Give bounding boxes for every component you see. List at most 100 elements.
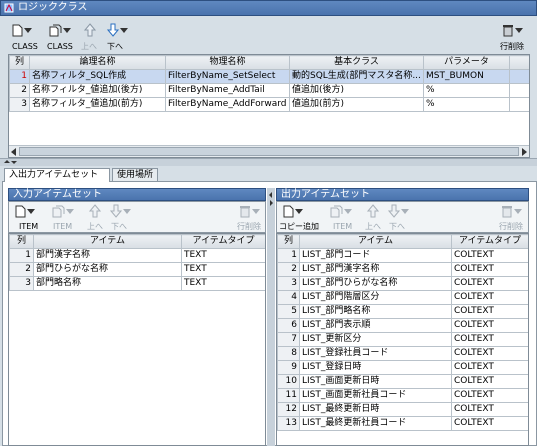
cell-param[interactable]: % [423, 97, 510, 112]
table-row[interactable]: 11 LIST_画面更新社員コード COLTEXT [277, 388, 528, 403]
cell-param[interactable]: % [423, 83, 510, 98]
cell-physical[interactable]: FilterByName_AddTail [165, 83, 290, 98]
new-class-button[interactable] [10, 22, 34, 38]
cell-type[interactable]: COLTEXT [451, 262, 528, 277]
cell-type[interactable]: COLTEXT [451, 304, 528, 319]
vertical-splitter[interactable] [0, 158, 537, 166]
cell-base[interactable]: 値追加(前方) [289, 97, 424, 112]
cell-type[interactable]: COLTEXT [451, 360, 528, 375]
cell-type[interactable]: COLTEXT [451, 402, 528, 417]
item-delete-button[interactable] [497, 203, 525, 219]
cell-type[interactable]: COLTEXT [451, 346, 528, 361]
cell-item[interactable]: LIST_登録社員コード [299, 346, 452, 361]
scroll-left-icon[interactable] [11, 148, 16, 156]
copy-item-button[interactable] [51, 203, 75, 219]
horizontal-scrollbar[interactable] [9, 145, 529, 157]
table-row[interactable]: 3 LIST_部門ひらがな名称 COLTEXT [277, 276, 528, 291]
item-up-button[interactable] [363, 203, 383, 219]
cell-item[interactable]: LIST_最終更新日時 [299, 402, 452, 417]
move-up-button[interactable] [80, 22, 100, 38]
col-header[interactable]: 列 [9, 55, 30, 70]
table-row[interactable]: 1 名称フィルタ_SQL作成 FilterByName_SetSelect 動的… [9, 69, 529, 84]
scroll-right-icon[interactable] [522, 148, 527, 156]
cell-logical[interactable]: 名称フィルタ_値追加(前方) [29, 97, 166, 112]
table-row[interactable]: 2 LIST_部門漢字名称 COLTEXT [277, 262, 528, 277]
table-row[interactable]: 10 LIST_画面更新日時 COLTEXT [277, 374, 528, 389]
tab-io-itemset[interactable]: 入出力アイテムセット [4, 168, 110, 182]
table-row[interactable]: 6 LIST_部門表示順 COLTEXT [277, 318, 528, 333]
output-grid[interactable]: 列 アイテム アイテムタイプ 1 LIST_部門コード COLTEXT 2 LIST_… [276, 233, 529, 446]
cell-type[interactable]: COLTEXT [451, 374, 528, 389]
table-row[interactable]: 3 部門略名称 TEXT [9, 276, 265, 291]
logic-grid[interactable]: 列 論理名称 物理名称 基本クラス パラメータ 1 名称フィルタ_SQL作成 F… [8, 54, 530, 158]
collapse-left-icon[interactable] [269, 192, 272, 198]
cell-item[interactable]: LIST_部門階層区分 [299, 290, 452, 305]
copy-class-button[interactable] [48, 22, 72, 38]
cell-item[interactable]: LIST_部門略名称 [299, 304, 452, 319]
cell-param[interactable]: MST_BUMON [423, 69, 510, 84]
cell-item[interactable]: LIST_部門漢字名称 [299, 262, 452, 277]
table-row[interactable]: 1 LIST_部門コード COLTEXT [277, 248, 528, 263]
delete-row-button[interactable] [498, 22, 526, 38]
cell-item[interactable]: 部門略名称 [33, 276, 182, 291]
table-row[interactable]: 3 名称フィルタ_値追加(前方) FilterByName_AddForward… [9, 97, 529, 112]
table-row[interactable]: 9 LIST_登録日時 COLTEXT [277, 360, 528, 375]
expand-right-icon[interactable] [270, 200, 273, 206]
cell-item[interactable]: 部門漢字名称 [33, 248, 182, 263]
cell-type[interactable]: COLTEXT [451, 248, 528, 263]
cell-physical[interactable]: FilterByName_SetSelect [165, 69, 290, 84]
table-row[interactable]: 2 名称フィルタ_値追加(後方) FilterByName_AddTail 値追… [9, 83, 529, 98]
cell-type[interactable]: COLTEXT [451, 290, 528, 305]
cell-item[interactable]: LIST_部門ひらがな名称 [299, 276, 452, 291]
horizontal-splitter[interactable] [267, 188, 275, 446]
table-row[interactable]: 5 LIST_部門略名称 COLTEXT [277, 304, 528, 319]
cell-type[interactable]: COLTEXT [451, 318, 528, 333]
scroll-thumb[interactable] [19, 147, 519, 156]
col-header[interactable]: アイテム [299, 234, 452, 249]
item-down-button[interactable] [385, 203, 411, 219]
cell-base[interactable]: 値追加(後方) [289, 83, 424, 98]
col-header[interactable]: 基本クラス [289, 55, 424, 70]
cell-type[interactable]: TEXT [181, 276, 265, 291]
cell-item[interactable]: LIST_画面更新日時 [299, 374, 452, 389]
cell-type[interactable]: COLTEXT [451, 416, 528, 431]
item-up-button[interactable] [85, 203, 105, 219]
cell-logical[interactable]: 名称フィルタ_SQL作成 [29, 69, 166, 84]
cell-type[interactable]: TEXT [181, 248, 265, 263]
table-row[interactable]: 8 LIST_登録社員コード COLTEXT [277, 346, 528, 361]
cell-item[interactable]: LIST_部門コード [299, 248, 452, 263]
col-header[interactable]: 列 [277, 234, 300, 249]
table-row[interactable]: 4 LIST_部門階層区分 COLTEXT [277, 290, 528, 305]
cell-item[interactable]: LIST_更新区分 [299, 332, 452, 347]
cell-item[interactable]: LIST_登録日時 [299, 360, 452, 375]
table-row[interactable]: 13 LIST_最終更新社員コード COLTEXT [277, 416, 528, 431]
table-row[interactable]: 1 部門漢字名称 TEXT [9, 248, 265, 263]
cell-item[interactable]: LIST_最終更新社員コード [299, 416, 452, 431]
tab-usage[interactable]: 使用場所 [112, 168, 158, 182]
cell-type[interactable]: COLTEXT [451, 388, 528, 403]
copy-item-button[interactable] [329, 203, 353, 219]
table-row[interactable]: 7 LIST_更新区分 COLTEXT [277, 332, 528, 347]
col-header[interactable]: アイテムタイプ [451, 234, 528, 249]
cell-base[interactable]: 動的SQL生成(部門マスタ名称... [289, 69, 424, 84]
add-item-button[interactable] [13, 203, 37, 219]
cell-logical[interactable]: 名称フィルタ_値追加(後方) [29, 83, 166, 98]
col-header[interactable]: パラメータ [423, 55, 510, 70]
col-header[interactable]: 物理名称 [165, 55, 290, 70]
input-grid[interactable]: 列 アイテム アイテムタイプ 1 部門漢字名称 TEXT 2 部門ひらがな名称 TEXT… [8, 233, 266, 446]
cell-physical[interactable]: FilterByName_AddForward [165, 97, 290, 112]
move-down-button[interactable] [104, 22, 130, 38]
add-item-button[interactable] [281, 203, 305, 219]
col-header[interactable]: アイテムタイプ [181, 234, 265, 249]
collapse-icon[interactable] [4, 160, 10, 163]
cell-item[interactable]: LIST_部門表示順 [299, 318, 452, 333]
col-header[interactable]: 列 [9, 234, 34, 249]
col-header[interactable]: 論理名称 [29, 55, 166, 70]
cell-type[interactable]: TEXT [181, 262, 265, 277]
cell-item[interactable]: 部門ひらがな名称 [33, 262, 182, 277]
table-row[interactable]: 12 LIST_最終更新日時 COLTEXT [277, 402, 528, 417]
table-row[interactable]: 2 部門ひらがな名称 TEXT [9, 262, 265, 277]
cell-type[interactable]: COLTEXT [451, 332, 528, 347]
item-delete-button[interactable] [235, 203, 263, 219]
item-down-button[interactable] [107, 203, 133, 219]
